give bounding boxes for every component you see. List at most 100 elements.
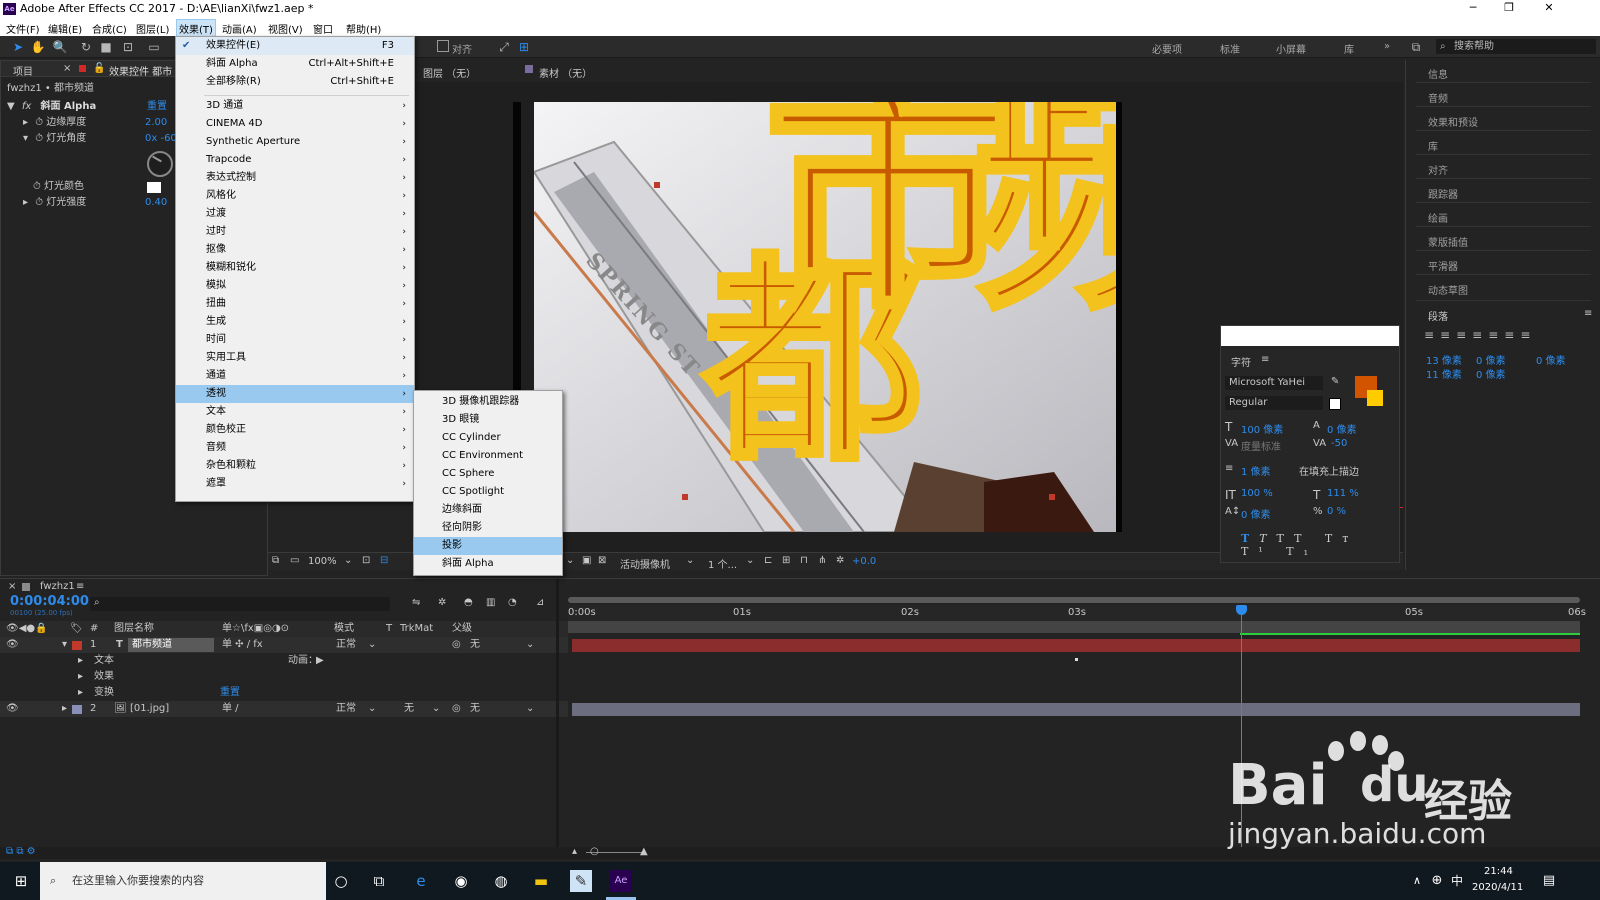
sublayer-effects[interactable]: ▸ 效果	[0, 669, 568, 685]
parent-pick-whip-icon[interactable]: ◎	[452, 637, 461, 653]
stopwatch-icon[interactable]: ⏱	[35, 133, 43, 144]
horizontal-scale-value[interactable]: 111 %	[1327, 488, 1359, 499]
view-layout-select[interactable]: 1 个...	[708, 556, 737, 571]
reset-link[interactable]: 重置	[147, 99, 167, 115]
stopwatch-icon[interactable]: ⏱	[33, 181, 41, 192]
eyedropper-icon[interactable]: ✎	[1331, 376, 1339, 387]
cortana-icon[interactable]: ○	[330, 870, 352, 892]
fit-icon[interactable]: ⊡	[362, 555, 370, 566]
rectangle-tool-icon[interactable]: ▭	[146, 39, 162, 55]
panel-paint[interactable]: 绘画	[1428, 210, 1448, 225]
text-style-buttons[interactable]: TTTT Tт T¹ T₁	[1241, 532, 1399, 558]
transparency-grid-icon[interactable]: ⊠	[598, 555, 606, 566]
motion-blur-icon[interactable]: ◔	[508, 597, 517, 608]
layer-name-field[interactable]: 都市频道	[128, 638, 214, 652]
exposure-value[interactable]: +0.0	[852, 556, 876, 567]
tab-project[interactable]: 项目	[13, 63, 33, 78]
menu-item-perspective[interactable]: 透视 ›	[176, 385, 414, 403]
tracking-value[interactable]: -50	[1331, 438, 1347, 449]
kerning-value[interactable]: 度量标准	[1241, 438, 1281, 453]
panel-menu-icon[interactable]: ≡	[1261, 354, 1269, 365]
menu-item-obsolete[interactable]: 过时 ›	[176, 223, 414, 241]
chevron-down-icon[interactable]: ⌄	[746, 555, 754, 566]
lock-icon[interactable]: 🔓	[93, 63, 105, 74]
parent-pick-whip-icon[interactable]: ◎	[452, 701, 461, 717]
panel-info[interactable]: 信息	[1428, 66, 1448, 81]
close-tab-icon[interactable]: ×	[8, 581, 16, 592]
sublayer-transform[interactable]: ▸ 变换 重置	[0, 685, 568, 701]
stroke-width-value[interactable]: 1 像素	[1241, 463, 1271, 478]
layer-name[interactable]: [01.jpg]	[130, 701, 169, 717]
menu-item-keying[interactable]: 抠像 ›	[176, 241, 414, 259]
submenu-item-bevel-edges[interactable]: 边缘斜面	[414, 501, 562, 519]
chevron-down-icon[interactable]: ⌄	[432, 701, 440, 717]
chevron-up-icon[interactable]: ∧	[1406, 870, 1428, 892]
expand-arrow-icon[interactable]: ▸	[78, 653, 83, 669]
menu-item-utility[interactable]: 实用工具 ›	[176, 349, 414, 367]
font-family-select[interactable]: Microsoft YaHei	[1225, 376, 1323, 390]
menu-item-remove-all[interactable]: 全部移除(R) Ctrl+Shift+E	[176, 73, 414, 91]
panel-motion-sketch[interactable]: 动态草图	[1428, 282, 1468, 297]
expand-arrow-icon[interactable]: ▸	[78, 669, 83, 685]
menu-item-noise-grain[interactable]: 杂色和颗粒 ›	[176, 457, 414, 475]
layer-label-color[interactable]	[72, 705, 82, 714]
menu-item-transition[interactable]: 过渡 ›	[176, 205, 414, 223]
region-icon[interactable]: ⊟	[380, 555, 388, 566]
help-search-input[interactable]: ⌕ 搜索帮助	[1436, 39, 1596, 54]
menu-item-matte[interactable]: 遮罩 ›	[176, 475, 414, 493]
chevron-down-icon[interactable]: ⌄	[526, 637, 534, 653]
zoom-tool-icon[interactable]: 🔍	[52, 39, 68, 55]
chevron-down-icon[interactable]: ⌄	[368, 701, 376, 717]
rotate-tool-icon[interactable]: ↻	[78, 39, 94, 55]
indent-left-value[interactable]: 13 像素	[1426, 352, 1462, 367]
eye-icon[interactable]: 👁	[6, 701, 19, 717]
menu-item-channel[interactable]: 通道 ›	[176, 367, 414, 385]
menu-item-effect-controls[interactable]: ✔ 效果控件(E) F3	[176, 37, 414, 55]
menu-item-simulation[interactable]: 模拟 ›	[176, 277, 414, 295]
sublayer-text[interactable]: ▸ 文本 动画： ▶	[0, 653, 568, 669]
timeline-search-input[interactable]: ⌕	[90, 597, 390, 611]
layer-row-2[interactable]: 👁 ▸ 2 🖼 [01.jpg] 单 / 正常 ⌄ 无 ⌄ ◎ 无 ⌄	[0, 701, 568, 717]
menu-item-synthetic-aperture[interactable]: Synthetic Aperture ›	[176, 133, 414, 151]
align-checkbox[interactable]	[437, 40, 449, 52]
menu-animation[interactable]: 动画(A)	[222, 21, 257, 36]
indent-right-value[interactable]: 0 像素	[1476, 352, 1506, 367]
font-style-select[interactable]: Regular	[1225, 396, 1323, 410]
menu-item-generate[interactable]: 生成 ›	[176, 313, 414, 331]
chevron-down-icon[interactable]: ⌄	[526, 701, 534, 717]
footage-viewer-tab[interactable]: 素材 （无）	[539, 65, 592, 80]
maximize-button[interactable]: ❐	[1494, 1, 1524, 17]
paint-app-icon[interactable]: ✎	[570, 870, 592, 892]
eye-icon[interactable]: 👁	[6, 637, 19, 653]
edge-browser-icon[interactable]: e	[410, 870, 432, 892]
expand-arrow-icon[interactable]: ▾	[23, 133, 28, 144]
blend-mode-select[interactable]: 正常	[336, 637, 356, 653]
ime-indicator[interactable]: 中	[1446, 870, 1468, 892]
menu-item-blur-sharpen[interactable]: 模糊和锐化 ›	[176, 259, 414, 277]
toggle-mask-icon[interactable]: ▣	[582, 555, 591, 566]
windows-start-icon[interactable]: ⊞	[10, 870, 32, 892]
submenu-item-cc-cylinder[interactable]: CC Cylinder	[414, 429, 562, 447]
chevron-down-icon[interactable]: ⌄	[344, 555, 352, 566]
menu-item-audio[interactable]: 音频 ›	[176, 439, 414, 457]
tab-effect-controls[interactable]: 效果控件 都市	[109, 63, 172, 78]
work-area-track[interactable]	[568, 621, 1580, 633]
expand-arrow-icon[interactable]: ▾	[62, 637, 67, 653]
menu-edit[interactable]: 编辑(E)	[48, 21, 82, 36]
light-intensity-value[interactable]: 0.40	[145, 195, 167, 211]
mode-header[interactable]: 模式	[334, 621, 354, 637]
panel-mask-interpolation[interactable]: 蒙版插值	[1428, 234, 1468, 249]
menu-item-expression-controls[interactable]: 表达式控制 ›	[176, 169, 414, 187]
pixel-aspect-icon[interactable]: ⊏	[764, 555, 772, 566]
white-swatch[interactable]	[1329, 398, 1341, 410]
menu-item-color-correction[interactable]: 颜色校正 ›	[176, 421, 414, 439]
menu-item-stylize[interactable]: 风格化 ›	[176, 187, 414, 205]
animate-arrow-icon[interactable]: ▶	[316, 653, 324, 669]
graph-editor-icon[interactable]: ⊿	[536, 597, 544, 608]
menu-window[interactable]: 窗口	[313, 21, 333, 36]
notification-icon[interactable]: ▤	[1538, 870, 1560, 892]
menu-item-3d-channel[interactable]: 3D 通道 ›	[176, 97, 414, 115]
monitor-icon[interactable]: ▭	[290, 555, 299, 566]
font-size-value[interactable]: 100 像素	[1241, 421, 1283, 436]
composition-artwork[interactable]: SPRING ST 都 市频	[534, 102, 1116, 532]
